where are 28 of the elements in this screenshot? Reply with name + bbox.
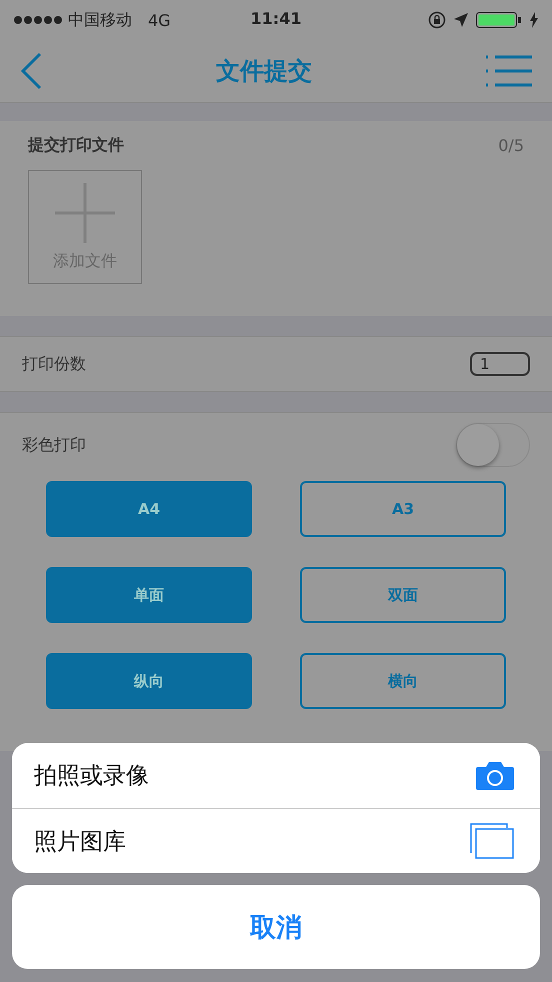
cancel-button[interactable]: 取消 [12,885,540,969]
menu-icon[interactable] [486,55,532,87]
charging-bolt-icon [530,12,538,28]
plus-icon [55,182,115,242]
file-count: 0/5 [498,136,524,155]
camera-icon [476,761,514,790]
photo-library-icon [470,823,514,859]
battery-icon [476,12,522,28]
location-arrow-icon [454,13,468,27]
copies-label: 打印份数 [22,354,86,374]
option-button[interactable]: 横向 [300,653,506,709]
carrier-name: 中国移动 [68,10,132,30]
section-title: 提交打印文件 [28,135,124,156]
color-print-switch[interactable] [456,423,530,467]
sheet-action[interactable]: 照片图库 [12,808,540,873]
rotation-lock-icon [428,11,446,29]
option-button[interactable]: A3 [300,481,506,537]
network-type: 4G [148,10,171,30]
clock-time: 11:41 [250,9,302,28]
option-button[interactable]: 纵向 [46,653,252,709]
option-button[interactable]: 单面 [46,567,252,623]
option-button[interactable]: A4 [46,481,252,537]
back-icon[interactable] [20,52,42,90]
copies-field[interactable]: 1 [470,352,530,376]
color-print-label: 彩色打印 [22,434,86,456]
page-title: 文件提交 [216,56,312,87]
signal-icon [14,16,62,24]
option-button[interactable]: 双面 [300,567,506,623]
